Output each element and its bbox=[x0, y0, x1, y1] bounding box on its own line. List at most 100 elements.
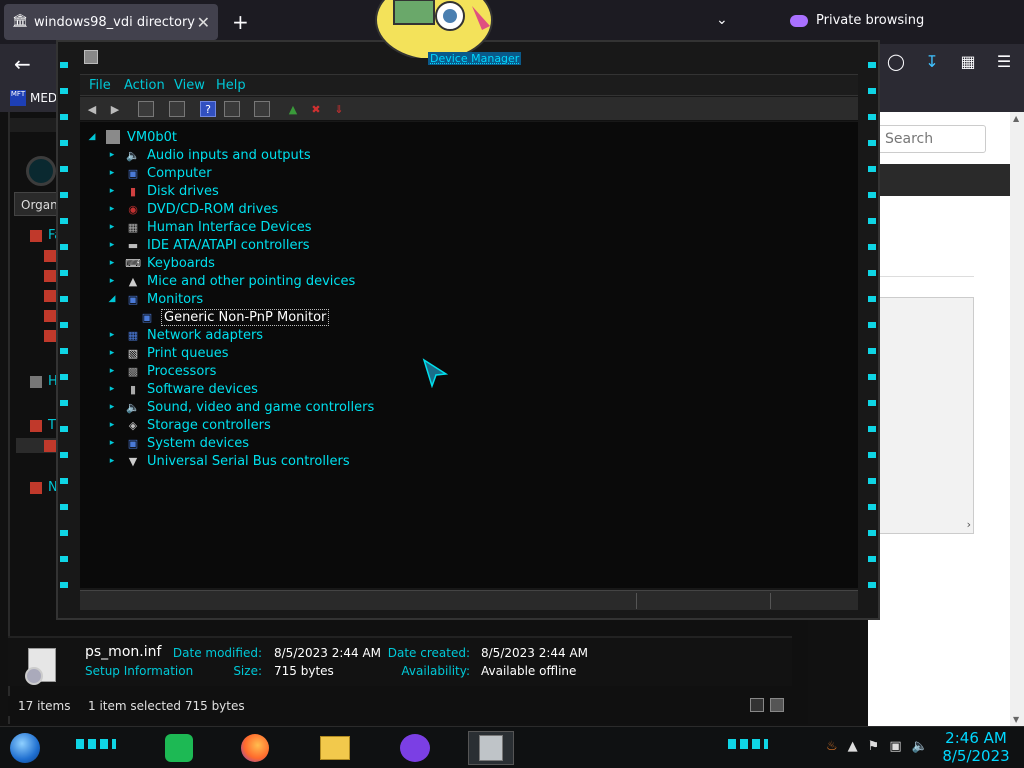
drive-icon bbox=[44, 439, 56, 452]
tree-root-label: VM0b0t bbox=[127, 129, 178, 145]
taskbar-app-firefox[interactable] bbox=[232, 731, 278, 765]
device-tree: ◢ VM0b0t ▸ 🔈 Audio inputs and outputs ▸ ▣ Com… bbox=[80, 122, 858, 588]
device-category-row[interactable]: ▸ ▼ Universal Serial Bus controllers bbox=[106, 452, 350, 470]
toolbar: ◀ ▶ ? ▲ ✖ ⇓ bbox=[80, 97, 858, 121]
chevron-right-icon[interactable]: ▸ bbox=[106, 384, 118, 394]
scan-hardware-icon[interactable] bbox=[254, 101, 270, 117]
chevron-right-icon[interactable]: ▸ bbox=[106, 276, 118, 286]
show-hide-console-tree-icon[interactable] bbox=[138, 101, 154, 117]
hamburger-menu-icon[interactable]: ☰ bbox=[994, 52, 1014, 72]
device-category-row[interactable]: ◢ ▣ Monitors bbox=[106, 290, 204, 308]
chevron-down-icon[interactable]: ⌄ bbox=[716, 12, 728, 28]
device-category-row[interactable]: ▸ 🔈 Sound, video and game controllers bbox=[106, 398, 375, 416]
device-category-row[interactable]: ▸ ▣ System devices bbox=[106, 434, 249, 452]
chevron-right-icon[interactable]: ▸ bbox=[106, 186, 118, 196]
close-icon[interactable]: ✕ bbox=[197, 13, 210, 32]
chevron-down-icon[interactable]: ◢ bbox=[86, 132, 98, 142]
chevron-right-icon[interactable]: ▸ bbox=[106, 438, 118, 448]
chevron-right-icon[interactable]: ▸ bbox=[106, 420, 118, 430]
search-input[interactable]: Search bbox=[876, 125, 986, 153]
embedded-vdi-frame[interactable]: › bbox=[876, 297, 974, 534]
taskbar-app-device-manager[interactable] bbox=[468, 731, 514, 765]
chevron-right-icon[interactable]: ▸ bbox=[106, 240, 118, 250]
forward-arrow-icon[interactable]: ▶ bbox=[107, 101, 123, 117]
uninstall-device-icon[interactable]: ⇓ bbox=[331, 101, 347, 117]
chevron-right-icon[interactable]: ▸ bbox=[106, 168, 118, 178]
chevron-right-icon[interactable]: › bbox=[967, 518, 971, 531]
clock[interactable]: 2:46 AM 8/5/2023 bbox=[936, 729, 1016, 765]
chevron-right-icon[interactable]: ▸ bbox=[106, 150, 118, 160]
device-category-row[interactable]: ▸ 🔈 Audio inputs and outputs bbox=[106, 146, 311, 164]
anime-mascot-decoration bbox=[375, 0, 493, 58]
device-manager-app-icon[interactable] bbox=[84, 50, 98, 64]
page-scrollbar[interactable]: ▲ ▼ bbox=[1010, 112, 1024, 726]
menu-file[interactable]: File bbox=[89, 78, 111, 93]
chevron-right-icon[interactable]: ▸ bbox=[106, 330, 118, 340]
taskbar-app-private-browsing[interactable] bbox=[392, 731, 438, 765]
pocket-icon[interactable]: ◯ bbox=[886, 52, 906, 72]
update-driver-icon[interactable]: ▲ bbox=[285, 101, 301, 117]
date-created-label: Date created: bbox=[387, 646, 470, 660]
device-category-row[interactable]: ▸ ▮ Disk drives bbox=[106, 182, 219, 200]
chevron-up-icon[interactable]: ▲ bbox=[848, 739, 858, 754]
chevron-right-icon[interactable]: ▸ bbox=[106, 258, 118, 268]
size-label: Size: bbox=[233, 664, 262, 678]
device-category-row[interactable]: ▸ ▮ Software devices bbox=[106, 380, 258, 398]
chevron-right-icon[interactable]: ▸ bbox=[106, 402, 118, 412]
tree-root[interactable]: ◢ VM0b0t bbox=[86, 128, 177, 146]
menu-help[interactable]: Help bbox=[216, 78, 246, 93]
status-divider bbox=[770, 593, 771, 609]
device-category-row[interactable]: ▸ ▬ IDE ATA/ATAPI controllers bbox=[106, 236, 310, 254]
back-button[interactable]: ← bbox=[14, 52, 31, 76]
device-category-row[interactable]: ▸ ▧ Print queues bbox=[106, 344, 229, 362]
device-row-generic-monitor[interactable]: ▣ Generic Non-PnP Monitor bbox=[140, 308, 330, 326]
volume-icon[interactable]: 🔈 bbox=[912, 739, 928, 754]
chevron-right-icon[interactable]: ▸ bbox=[106, 222, 118, 232]
network-icon bbox=[30, 481, 42, 494]
device-category-row[interactable]: ▸ ▲ Mice and other pointing devices bbox=[106, 272, 356, 290]
device-category-row[interactable]: ▸ ▦ Network adapters bbox=[106, 326, 263, 344]
browser-tab[interactable]: 🏛 windows98_vdi directory listing ✕ bbox=[4, 4, 218, 40]
properties-icon[interactable] bbox=[169, 101, 185, 117]
device-manager-status-bar bbox=[80, 590, 858, 610]
back-arrow-icon[interactable]: ◀ bbox=[84, 101, 100, 117]
chevron-right-icon[interactable]: ▸ bbox=[106, 366, 118, 376]
chevron-right-icon[interactable]: ▸ bbox=[106, 348, 118, 358]
device-category-row[interactable]: ▸ ◈ Storage controllers bbox=[106, 416, 271, 434]
action-pane-icon[interactable] bbox=[224, 101, 240, 117]
scroll-down-icon[interactable]: ▼ bbox=[1013, 715, 1019, 724]
new-tab-button[interactable]: + bbox=[232, 10, 249, 34]
bookmark-item[interactable]: MFT MED bbox=[10, 90, 57, 106]
extensions-icon[interactable]: ▦ bbox=[958, 52, 978, 72]
device-category-label: Processors bbox=[147, 363, 217, 379]
disable-device-icon[interactable]: ✖ bbox=[308, 101, 324, 117]
action-center-flag-icon[interactable]: ⚑ bbox=[868, 739, 880, 754]
details-view-icon[interactable] bbox=[750, 698, 764, 712]
keyboard-icon: ⌨ bbox=[125, 256, 141, 270]
device-category-label: Computer bbox=[147, 165, 212, 181]
menu-view[interactable]: View bbox=[174, 78, 205, 93]
device-category-row[interactable]: ▸ ▦ Human Interface Devices bbox=[106, 218, 312, 236]
help-icon[interactable]: ? bbox=[200, 101, 216, 117]
device-category-row[interactable]: ▸ ⌨ Keyboards bbox=[106, 254, 215, 272]
large-icons-view-icon[interactable] bbox=[770, 698, 784, 712]
device-category-row[interactable]: ▸ ◉ DVD/CD-ROM drives bbox=[106, 200, 278, 218]
folder-icon bbox=[320, 736, 350, 760]
scroll-up-icon[interactable]: ▲ bbox=[1013, 114, 1019, 123]
date-modified-label: Date modified: bbox=[172, 646, 262, 660]
taskbar-app-file-explorer[interactable] bbox=[312, 731, 358, 765]
chevron-down-icon[interactable]: ◢ bbox=[106, 294, 118, 304]
chevron-right-icon[interactable]: ▸ bbox=[106, 456, 118, 466]
network-icon[interactable]: ▣ bbox=[889, 739, 901, 754]
start-button[interactable] bbox=[10, 733, 40, 763]
device-category-row[interactable]: ▸ ▣ Computer bbox=[106, 164, 212, 182]
taskbar-app-notes[interactable] bbox=[156, 731, 202, 765]
computer-icon: ▣ bbox=[127, 166, 139, 180]
download-icon[interactable]: ↧ bbox=[922, 52, 942, 72]
menu-action[interactable]: Action bbox=[124, 78, 165, 93]
device-category-label: Sound, video and game controllers bbox=[147, 399, 375, 415]
chevron-right-icon[interactable]: ▸ bbox=[106, 204, 118, 214]
java-icon[interactable]: ♨ bbox=[826, 739, 838, 754]
device-category-row[interactable]: ▸ ▩ Processors bbox=[106, 362, 217, 380]
device-category-label: Monitors bbox=[147, 291, 204, 307]
